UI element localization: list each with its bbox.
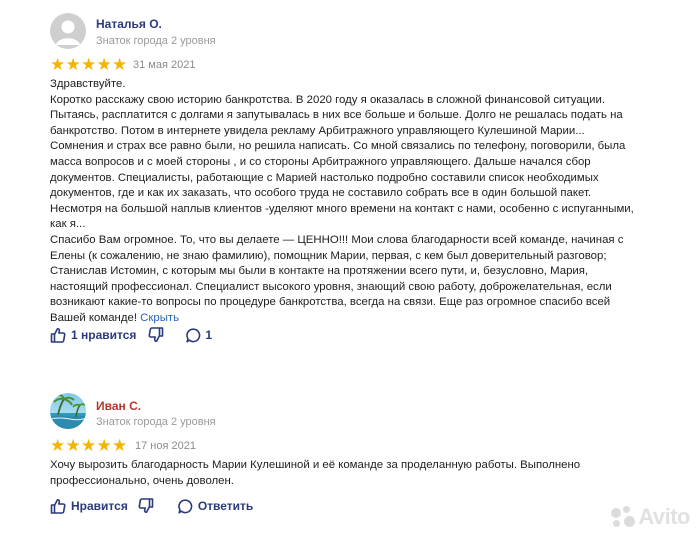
- reply-label: Ответить: [197, 499, 254, 513]
- thumbs-down-icon: [148, 327, 164, 343]
- star-icon: ★: [50, 55, 66, 74]
- star-icon: ★: [112, 55, 128, 74]
- review-date: 31 мая 2021: [133, 59, 196, 71]
- star-icon: ★: [96, 436, 112, 455]
- comment-icon: [178, 498, 193, 514]
- star-icon: ★: [65, 55, 81, 74]
- comments-count: 1: [205, 328, 213, 342]
- avito-watermark: Avito: [611, 504, 690, 530]
- rating-stars: ★ ★ ★ ★ ★: [50, 437, 128, 454]
- review-actions: 1 нравится 1: [50, 327, 212, 343]
- rating-stars: ★ ★ ★ ★ ★: [50, 56, 128, 73]
- dislike-button[interactable]: [138, 498, 154, 514]
- review-author[interactable]: Иван С.: [96, 399, 141, 413]
- thumbs-up-icon: [50, 327, 66, 343]
- star-icon: ★: [81, 55, 97, 74]
- user-avatar-icon[interactable]: [50, 13, 86, 49]
- thumbs-down-icon: [138, 498, 154, 514]
- star-icon: ★: [81, 436, 97, 455]
- reply-button[interactable]: Ответить: [178, 498, 254, 514]
- star-icon: ★: [112, 436, 128, 455]
- review-body: Здравствуйте. Коротко расскажу свою исто…: [50, 78, 634, 324]
- thumbs-up-icon: [50, 498, 66, 514]
- review-actions: Нравится Ответить: [50, 498, 253, 514]
- avito-logo-icon: [611, 506, 636, 528]
- star-icon: ★: [65, 436, 81, 455]
- star-icon: ★: [50, 436, 66, 455]
- like-button[interactable]: Нравится: [50, 498, 128, 514]
- author-level: Знаток города 2 уровня: [96, 416, 216, 428]
- review-author[interactable]: Наталья О.: [96, 17, 162, 31]
- review-date: 17 ноя 2021: [135, 440, 196, 452]
- review-text: Хочу вырозить благодарность Марии Кулеши…: [50, 459, 581, 487]
- like-count-label: 1 нравится: [71, 328, 137, 342]
- like-label: Нравится: [71, 499, 128, 513]
- beach-avatar-icon[interactable]: [50, 393, 86, 429]
- dislike-button[interactable]: [148, 327, 164, 343]
- avito-wordmark: Avito: [638, 504, 690, 529]
- star-icon: ★: [96, 55, 112, 74]
- review-text: Здравствуйте. Коротко расскажу свою исто…: [50, 77, 650, 327]
- comments-button[interactable]: 1: [186, 327, 213, 343]
- like-button[interactable]: 1 нравится: [50, 327, 136, 343]
- comment-icon: [186, 327, 201, 343]
- collapse-link[interactable]: Скрыть: [140, 312, 179, 324]
- author-level: Знаток города 2 уровня: [96, 35, 216, 47]
